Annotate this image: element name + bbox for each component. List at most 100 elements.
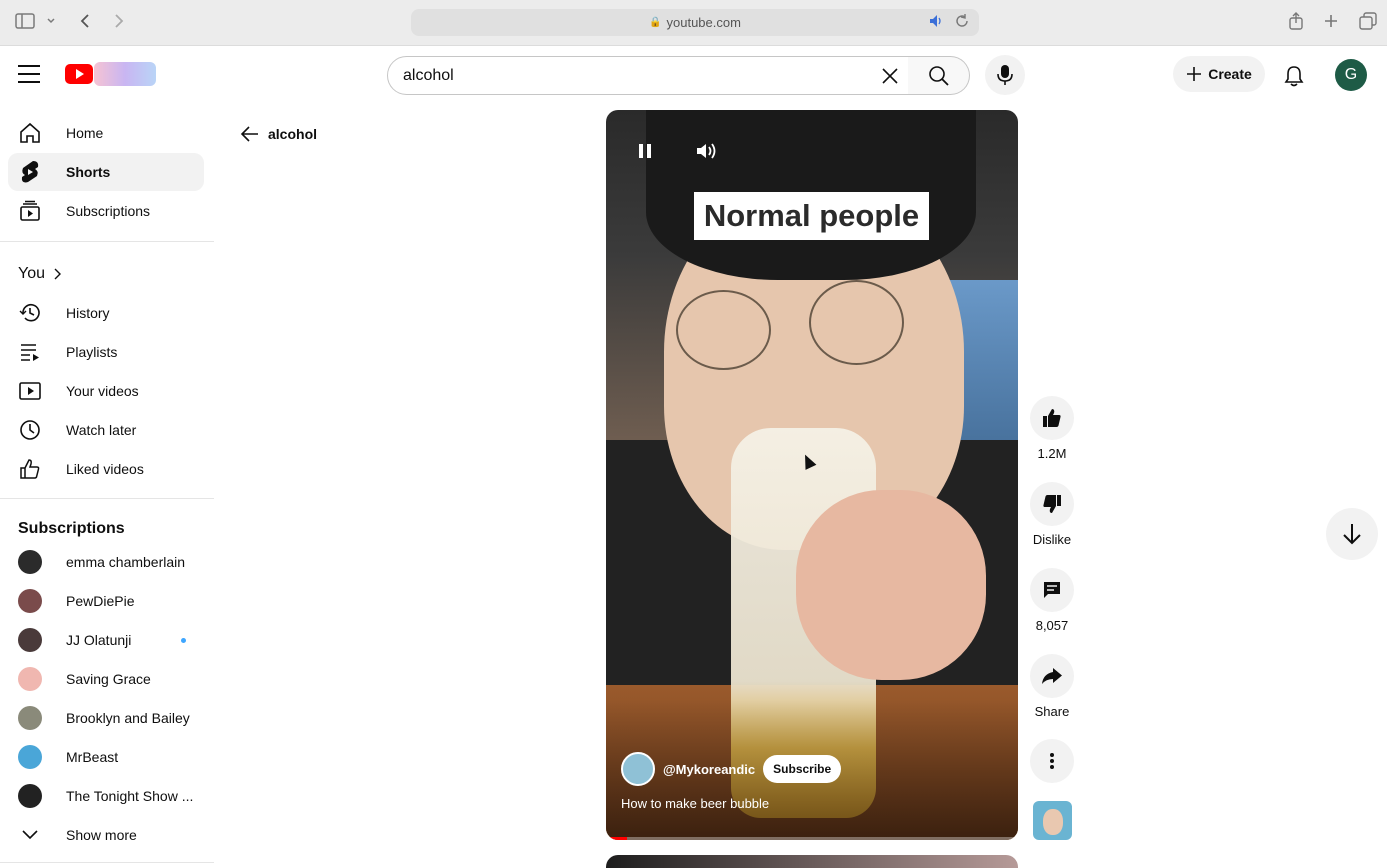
more-action — [1029, 739, 1075, 783]
sidebar-item-your-videos[interactable]: Your videos — [8, 372, 204, 410]
search-field[interactable] — [387, 56, 909, 95]
watch-later-icon — [18, 418, 42, 442]
tab-overview-icon[interactable] — [1357, 10, 1379, 32]
address-text: youtube.com — [666, 15, 741, 30]
sidebar-item-home[interactable]: Home — [8, 114, 204, 152]
shorts-video-player[interactable]: Normal people @Mykoreandic Subscribe How… — [606, 110, 1018, 840]
like-button[interactable] — [1030, 396, 1074, 440]
new-tab-icon[interactable] — [1320, 10, 1342, 32]
subscription-item[interactable]: MrBeast — [8, 738, 204, 776]
next-short-preview[interactable] — [606, 855, 1018, 868]
sidebar-item-label: Watch later — [66, 422, 137, 438]
channel-row: @Mykoreandic Subscribe — [621, 752, 842, 786]
subscription-item[interactable]: emma chamberlain — [8, 543, 204, 581]
next-video-button[interactable] — [1326, 508, 1378, 560]
subscription-item[interactable]: The Tonight Show ... — [8, 777, 204, 815]
shorts-icon — [18, 160, 42, 184]
channel-name[interactable]: @Mykoreandic — [663, 762, 755, 777]
channel-thumbnail[interactable] — [1033, 801, 1072, 840]
sidebar-toggle-icon[interactable] — [14, 10, 36, 32]
channel-avatar — [18, 667, 42, 691]
back-icon[interactable] — [74, 10, 96, 32]
more-options-button[interactable] — [1030, 739, 1074, 783]
like-action: 1.2M — [1029, 396, 1075, 461]
comments-button[interactable] — [1030, 568, 1074, 612]
sidebar-item-label: Your videos — [66, 383, 139, 399]
subscription-item[interactable]: JJ Olatunji — [8, 621, 204, 659]
browser-toolbar: 🔒 youtube.com — [0, 0, 1387, 46]
search-input[interactable] — [403, 66, 863, 85]
share-icon[interactable] — [1285, 10, 1307, 32]
clear-search-icon[interactable] — [877, 63, 903, 89]
channel-avatar — [18, 706, 42, 730]
sidebar-item-playlists[interactable]: Playlists — [8, 333, 204, 371]
back-to-search-link[interactable]: alcohol — [240, 124, 317, 144]
share-button[interactable] — [1030, 654, 1074, 698]
dislike-label: Dislike — [1032, 532, 1072, 547]
thumbs-up-icon — [1043, 409, 1061, 427]
address-bar[interactable]: 🔒 youtube.com — [411, 9, 979, 36]
sidebar-item-history[interactable]: History — [8, 294, 204, 332]
sidebar-item-label: Liked videos — [66, 461, 144, 477]
subscription-item[interactable]: Saving Grace — [8, 660, 204, 698]
create-button[interactable]: Create — [1173, 56, 1265, 92]
sidebar-item-subscriptions[interactable]: Subscriptions — [8, 192, 204, 230]
you-heading-label: You — [18, 265, 45, 282]
like-count: 1.2M — [1037, 446, 1067, 461]
video-title[interactable]: How to make beer bubble — [621, 796, 769, 811]
youtube-logo[interactable] — [65, 64, 93, 84]
show-more-button[interactable]: Show more — [8, 816, 204, 854]
video-progress-bar[interactable] — [606, 837, 1018, 840]
subscribe-button[interactable]: Subscribe — [763, 755, 842, 783]
channel-avatar — [18, 550, 42, 574]
subscription-label: MrBeast — [66, 749, 119, 765]
pause-button[interactable] — [632, 138, 658, 164]
speaker-icon[interactable] — [929, 14, 945, 31]
subscription-label: JJ Olatunji — [66, 632, 132, 648]
subscription-item[interactable]: PewDiePie — [8, 582, 204, 620]
search-button[interactable] — [908, 56, 970, 95]
notifications-bell-icon[interactable] — [1281, 63, 1307, 89]
sidebar-item-shorts[interactable]: Shorts — [8, 153, 204, 191]
pause-icon — [639, 144, 651, 158]
subscription-label: PewDiePie — [66, 593, 135, 609]
comment-count: 8,057 — [1035, 618, 1069, 633]
you-heading[interactable]: You — [18, 265, 61, 283]
divider — [0, 241, 214, 242]
channel-avatar[interactable] — [621, 752, 655, 786]
subscription-item[interactable]: Brooklyn and Bailey — [8, 699, 204, 737]
dislike-button[interactable] — [1030, 482, 1074, 526]
sidebar-item-liked-videos[interactable]: Liked videos — [8, 450, 204, 488]
more-vertical-icon — [1050, 753, 1054, 769]
sidebar: Home Shorts Subscriptions You History Pl… — [0, 110, 214, 868]
voice-search-button[interactable] — [985, 55, 1025, 95]
sidebar-item-watch-later[interactable]: Watch later — [8, 411, 204, 449]
chevron-down-icon[interactable] — [40, 10, 62, 32]
doodle-logo[interactable] — [94, 62, 156, 86]
subscription-label: Brooklyn and Bailey — [66, 710, 190, 726]
menu-icon[interactable] — [18, 65, 40, 83]
sidebar-item-label: Subscriptions — [66, 203, 151, 219]
sidebar-item-label: History — [66, 305, 110, 321]
reload-icon[interactable] — [955, 14, 969, 31]
chevron-down-icon — [18, 823, 42, 847]
channel-avatar — [18, 745, 42, 769]
subscription-label: Saving Grace — [66, 671, 151, 687]
share-arrow-icon — [1042, 668, 1062, 684]
account-avatar[interactable]: G — [1335, 59, 1367, 91]
thumbs-down-icon — [1043, 495, 1061, 513]
back-link-label: alcohol — [268, 126, 318, 142]
mute-button[interactable] — [694, 138, 720, 164]
search-icon — [928, 65, 949, 86]
dislike-action: Dislike — [1029, 482, 1075, 547]
forward-icon[interactable] — [108, 10, 130, 32]
sidebar-item-label: Home — [66, 125, 104, 141]
history-icon — [18, 301, 42, 325]
playlists-icon — [18, 340, 42, 364]
arrow-left-icon — [240, 126, 258, 142]
chevron-right-icon — [54, 268, 61, 280]
divider — [0, 862, 214, 863]
video-frame-glasses — [676, 290, 771, 370]
channel-avatar — [18, 784, 42, 808]
comment-icon — [1044, 582, 1060, 598]
